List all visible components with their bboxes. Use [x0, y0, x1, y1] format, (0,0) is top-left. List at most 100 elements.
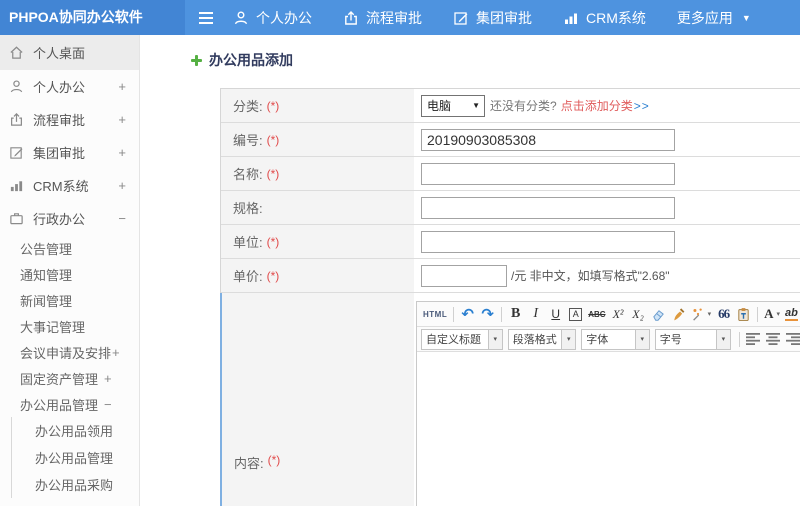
- align-left-button[interactable]: [744, 330, 763, 349]
- sidebar-item-label: 通知管理: [20, 267, 73, 283]
- expand-toggle[interactable]: +: [118, 79, 139, 94]
- background-color-button[interactable]: ab ▾: [783, 305, 800, 324]
- label-text: 单位:: [233, 235, 263, 250]
- sidebar-item-label: CRM系统: [33, 179, 89, 194]
- code-input[interactable]: [421, 128, 675, 151]
- add-category-link[interactable]: 点击添加分类: [561, 97, 633, 114]
- field-label-name: 名称: (*): [221, 157, 414, 190]
- expand-toggle[interactable]: +: [112, 345, 120, 360]
- app-logo: PHPOA协同办公软件: [0, 0, 185, 35]
- auto-typeset-button[interactable]: ▾: [689, 305, 714, 324]
- name-input[interactable]: [421, 162, 675, 185]
- sidebar-item-label: 会议申请及安排: [20, 345, 112, 361]
- nav-group-approval[interactable]: 集团审批: [453, 8, 532, 28]
- align-right-button[interactable]: [784, 330, 800, 349]
- sidebar-item-office-supplies-mgmt[interactable]: 办公用品管理 −: [0, 391, 139, 417]
- hamburger-menu-icon[interactable]: [199, 11, 213, 24]
- sidebar-item-supplies-claim[interactable]: 办公用品领用: [12, 417, 139, 444]
- font-family-select[interactable]: 字体 ▾: [581, 328, 650, 350]
- sidebar-item-label: 集团审批: [33, 146, 86, 161]
- home-icon: [9, 45, 25, 61]
- sidebar-item-news-mgmt[interactable]: 新闻管理: [0, 287, 139, 313]
- form-row-spec: 规格:: [221, 191, 800, 225]
- strikethrough-button[interactable]: ABC: [586, 305, 607, 324]
- sidebar-item-admin-office[interactable]: 行政办公 −: [0, 202, 139, 235]
- bold-button[interactable]: B: [506, 305, 525, 324]
- required-mark: (*): [266, 132, 280, 147]
- nav-crm-system[interactable]: CRM系统: [563, 8, 646, 28]
- align-center-button[interactable]: [764, 330, 783, 349]
- sidebar-item-label: 流程审批: [33, 113, 86, 128]
- sidebar-item-label: 公告管理: [20, 241, 73, 257]
- sidebar-item-workflow-approval[interactable]: 流程审批 +: [0, 103, 139, 136]
- form-row-price: 单价: (*) /元 非中文，如填写格式"2.68": [221, 259, 800, 293]
- rich-text-editor: HTML ↶ ↷ B I U A ABC X² X₂ ▾ 66 A ▾ ab 自…: [416, 301, 800, 506]
- nav-label: 更多应用: [676, 9, 733, 26]
- sidebar-item-personal-desktop[interactable]: 个人桌面: [0, 35, 139, 70]
- sidebar-item-memorabilia-mgmt[interactable]: 大事记管理: [0, 313, 139, 339]
- expand-toggle[interactable]: +: [104, 371, 112, 386]
- nav-workflow-approval[interactable]: 流程审批: [343, 8, 422, 28]
- caret-down-icon: ▼: [741, 12, 751, 23]
- font-size-select[interactable]: 字号 ▾: [654, 328, 731, 350]
- sidebar-item-notice-mgmt[interactable]: 通知管理: [0, 261, 139, 287]
- select-label: 字体: [586, 334, 609, 346]
- caret-down-icon: ▾: [487, 329, 502, 349]
- bar-chart-icon: [563, 10, 579, 26]
- editor-content[interactable]: [417, 352, 800, 506]
- sidebar-item-meeting-mgmt[interactable]: 会议申请及安排 +: [0, 339, 139, 365]
- underline-button[interactable]: U: [546, 305, 565, 324]
- source-code-button[interactable]: HTML: [421, 305, 449, 324]
- share-up-icon: [9, 112, 25, 128]
- caret-down-icon: ▾: [776, 311, 780, 318]
- nav-label: 集团审批: [476, 9, 532, 26]
- sidebar-item-supplies-manage[interactable]: 办公用品管理: [12, 444, 139, 471]
- redo-button[interactable]: ↷: [478, 305, 497, 324]
- sidebar-item-supplies-purchase[interactable]: 办公用品采购: [12, 471, 139, 498]
- sidebar-item-fixed-assets-mgmt[interactable]: 固定资产管理 +: [0, 365, 139, 391]
- superscript-button[interactable]: X²: [609, 305, 628, 324]
- user-icon: [9, 79, 25, 95]
- remove-format-eraser-button[interactable]: [649, 305, 668, 324]
- sidebar-item-label: 办公用品管理: [35, 451, 114, 466]
- no-category-hint: 还没有分类?: [490, 99, 557, 113]
- expand-toggle[interactable]: +: [118, 145, 139, 160]
- blockquote-button[interactable]: 66: [714, 305, 733, 324]
- unit-input[interactable]: [421, 230, 675, 253]
- category-select[interactable]: 电脑 ▼: [421, 94, 485, 117]
- sidebar-item-label: 新闻管理: [20, 293, 73, 309]
- font-border-button[interactable]: A: [566, 305, 585, 324]
- nav-label: CRM系统: [586, 9, 646, 26]
- expand-toggle[interactable]: +: [118, 178, 139, 193]
- paste-plain-button[interactable]: [734, 305, 753, 324]
- form-row-category: 分类: (*) 电脑 ▼ 还没有分类? 点击添加分类 >>: [221, 89, 800, 123]
- sidebar-item-group-approval[interactable]: 集团审批 +: [0, 136, 139, 169]
- label-text: 编号:: [233, 133, 263, 148]
- collapse-toggle[interactable]: −: [104, 397, 112, 412]
- edit-square-icon: [9, 145, 25, 161]
- italic-button[interactable]: I: [526, 305, 545, 324]
- sidebar-item-crm-system[interactable]: CRM系统 +: [0, 169, 139, 202]
- expand-toggle[interactable]: +: [118, 112, 139, 127]
- sidebar-item-label: 固定资产管理: [20, 371, 99, 387]
- paragraph-format-select[interactable]: 段落格式 ▾: [507, 328, 577, 350]
- sidebar-subgroup: 办公用品领用 办公用品管理 办公用品采购: [11, 417, 139, 498]
- nav-more-apps[interactable]: 更多应用 ▼: [677, 8, 751, 28]
- custom-title-select[interactable]: 自定义标题 ▾: [421, 328, 503, 350]
- toolbar-separator: [757, 306, 759, 322]
- add-category-link-arrows[interactable]: >>: [634, 99, 650, 113]
- nav-personal-office[interactable]: 个人办公: [233, 8, 312, 28]
- field-value-category: 电脑 ▼ 还没有分类? 点击添加分类 >>: [414, 89, 800, 122]
- sidebar-item-label: 办公用品采购: [35, 478, 114, 493]
- font-color-button[interactable]: A ▾: [762, 305, 782, 324]
- collapse-toggle[interactable]: −: [118, 211, 139, 226]
- format-brush-button[interactable]: [669, 305, 688, 324]
- subscript-button[interactable]: X₂: [629, 305, 648, 324]
- price-input[interactable]: [421, 264, 507, 287]
- sidebar-item-announcement-mgmt[interactable]: 公告管理: [0, 235, 139, 261]
- label-text: 分类:: [233, 99, 263, 114]
- sidebar-item-personal-office[interactable]: 个人办公 +: [0, 70, 139, 103]
- undo-button[interactable]: ↶: [458, 305, 477, 324]
- spec-input[interactable]: [421, 196, 675, 219]
- label-text: 名称:: [233, 167, 263, 182]
